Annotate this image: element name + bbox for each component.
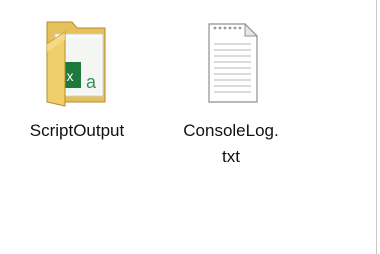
a-badge-letter: a: [86, 72, 97, 92]
file-item-consolelog[interactable]: ConsoleLog.txt: [176, 8, 286, 178]
file-list-pane: x a ScriptOutput ConsoleLog.txt: [0, 0, 377, 254]
folder-icon: x a: [46, 21, 106, 107]
folder-item-scriptoutput[interactable]: x a ScriptOutput: [22, 8, 132, 178]
excel-badge-letter: x: [67, 68, 74, 84]
text-file-icon: [208, 22, 259, 103]
file-name-label: ConsoleLog.txt: [183, 121, 279, 166]
folder-name-label: ScriptOutput: [29, 121, 125, 140]
